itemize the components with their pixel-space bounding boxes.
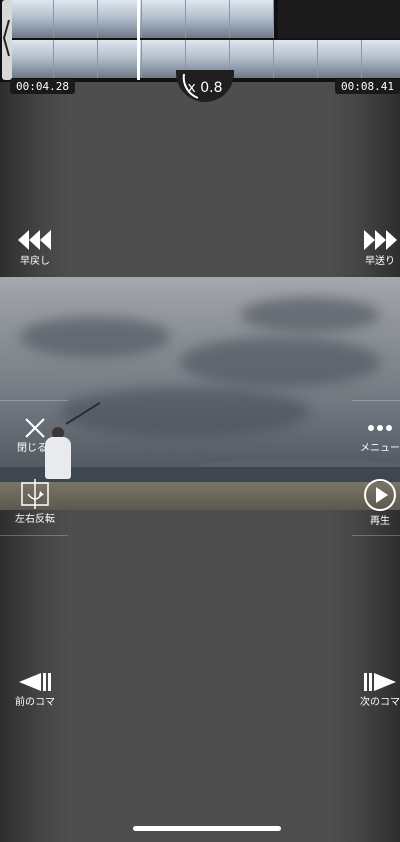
more-horizontal-icon xyxy=(368,425,392,431)
cloud xyxy=(60,387,310,437)
video-frame[interactable] xyxy=(0,277,400,510)
thumbnail xyxy=(98,0,142,38)
divider xyxy=(0,400,68,401)
thumbnail xyxy=(362,40,400,78)
close-label: 閉じる xyxy=(17,443,47,454)
trim-start-handle[interactable] xyxy=(2,0,12,80)
divider xyxy=(352,535,400,536)
next-frame-label: 次のコマ xyxy=(360,697,400,708)
mirror-flip-icon xyxy=(21,479,49,509)
close-icon xyxy=(25,418,45,438)
next-frame-button[interactable]: 次のコマ xyxy=(345,671,400,709)
current-time: 00:04.28 xyxy=(10,79,75,94)
previous-frame-label: 前のコマ xyxy=(15,697,55,708)
thumbnail xyxy=(186,0,230,38)
speed-label: x 0.8 xyxy=(187,80,223,96)
rewind-icon xyxy=(18,230,51,250)
thumbnail xyxy=(318,40,362,78)
mirror-button[interactable]: 左右反転 xyxy=(0,478,70,526)
thumbnail-strip-top xyxy=(10,0,278,38)
playhead[interactable] xyxy=(137,0,140,80)
previous-frame-button[interactable]: 前のコマ xyxy=(0,671,70,709)
thumbnail xyxy=(54,0,98,38)
divider xyxy=(0,535,68,536)
empty-track xyxy=(278,0,400,38)
home-indicator[interactable] xyxy=(133,826,281,831)
rewind-button[interactable]: 早戻し xyxy=(0,228,70,268)
previous-frame-icon xyxy=(19,673,51,691)
fast-forward-button[interactable]: 早送り xyxy=(345,228,400,268)
thumbnail xyxy=(54,40,98,78)
thumbnail xyxy=(230,40,274,78)
mirror-label: 左右反転 xyxy=(15,514,55,525)
play-button[interactable]: 再生 xyxy=(345,478,400,528)
thumbnail xyxy=(274,40,318,78)
thumbnail xyxy=(230,0,274,38)
thumbnail xyxy=(98,40,142,78)
thumbnail xyxy=(142,0,186,38)
end-time: 00:08.41 xyxy=(335,79,400,94)
fast-forward-icon xyxy=(364,230,397,250)
thumbnail xyxy=(10,0,54,38)
menu-button[interactable]: メニュー xyxy=(345,417,400,455)
menu-label: メニュー xyxy=(360,443,400,454)
next-frame-icon xyxy=(364,673,396,691)
play-circle-icon xyxy=(364,479,396,511)
divider xyxy=(352,400,400,401)
cloud xyxy=(180,337,380,387)
cloud xyxy=(240,297,380,332)
chevron-left-icon xyxy=(3,19,10,57)
thumbnail xyxy=(10,40,54,78)
close-button[interactable]: 閉じる xyxy=(0,417,70,455)
rewind-label: 早戻し xyxy=(20,256,50,267)
fast-forward-label: 早送り xyxy=(365,256,395,267)
speed-button[interactable]: x 0.8 xyxy=(176,70,234,102)
play-label: 再生 xyxy=(370,516,390,527)
cloud xyxy=(20,317,170,357)
